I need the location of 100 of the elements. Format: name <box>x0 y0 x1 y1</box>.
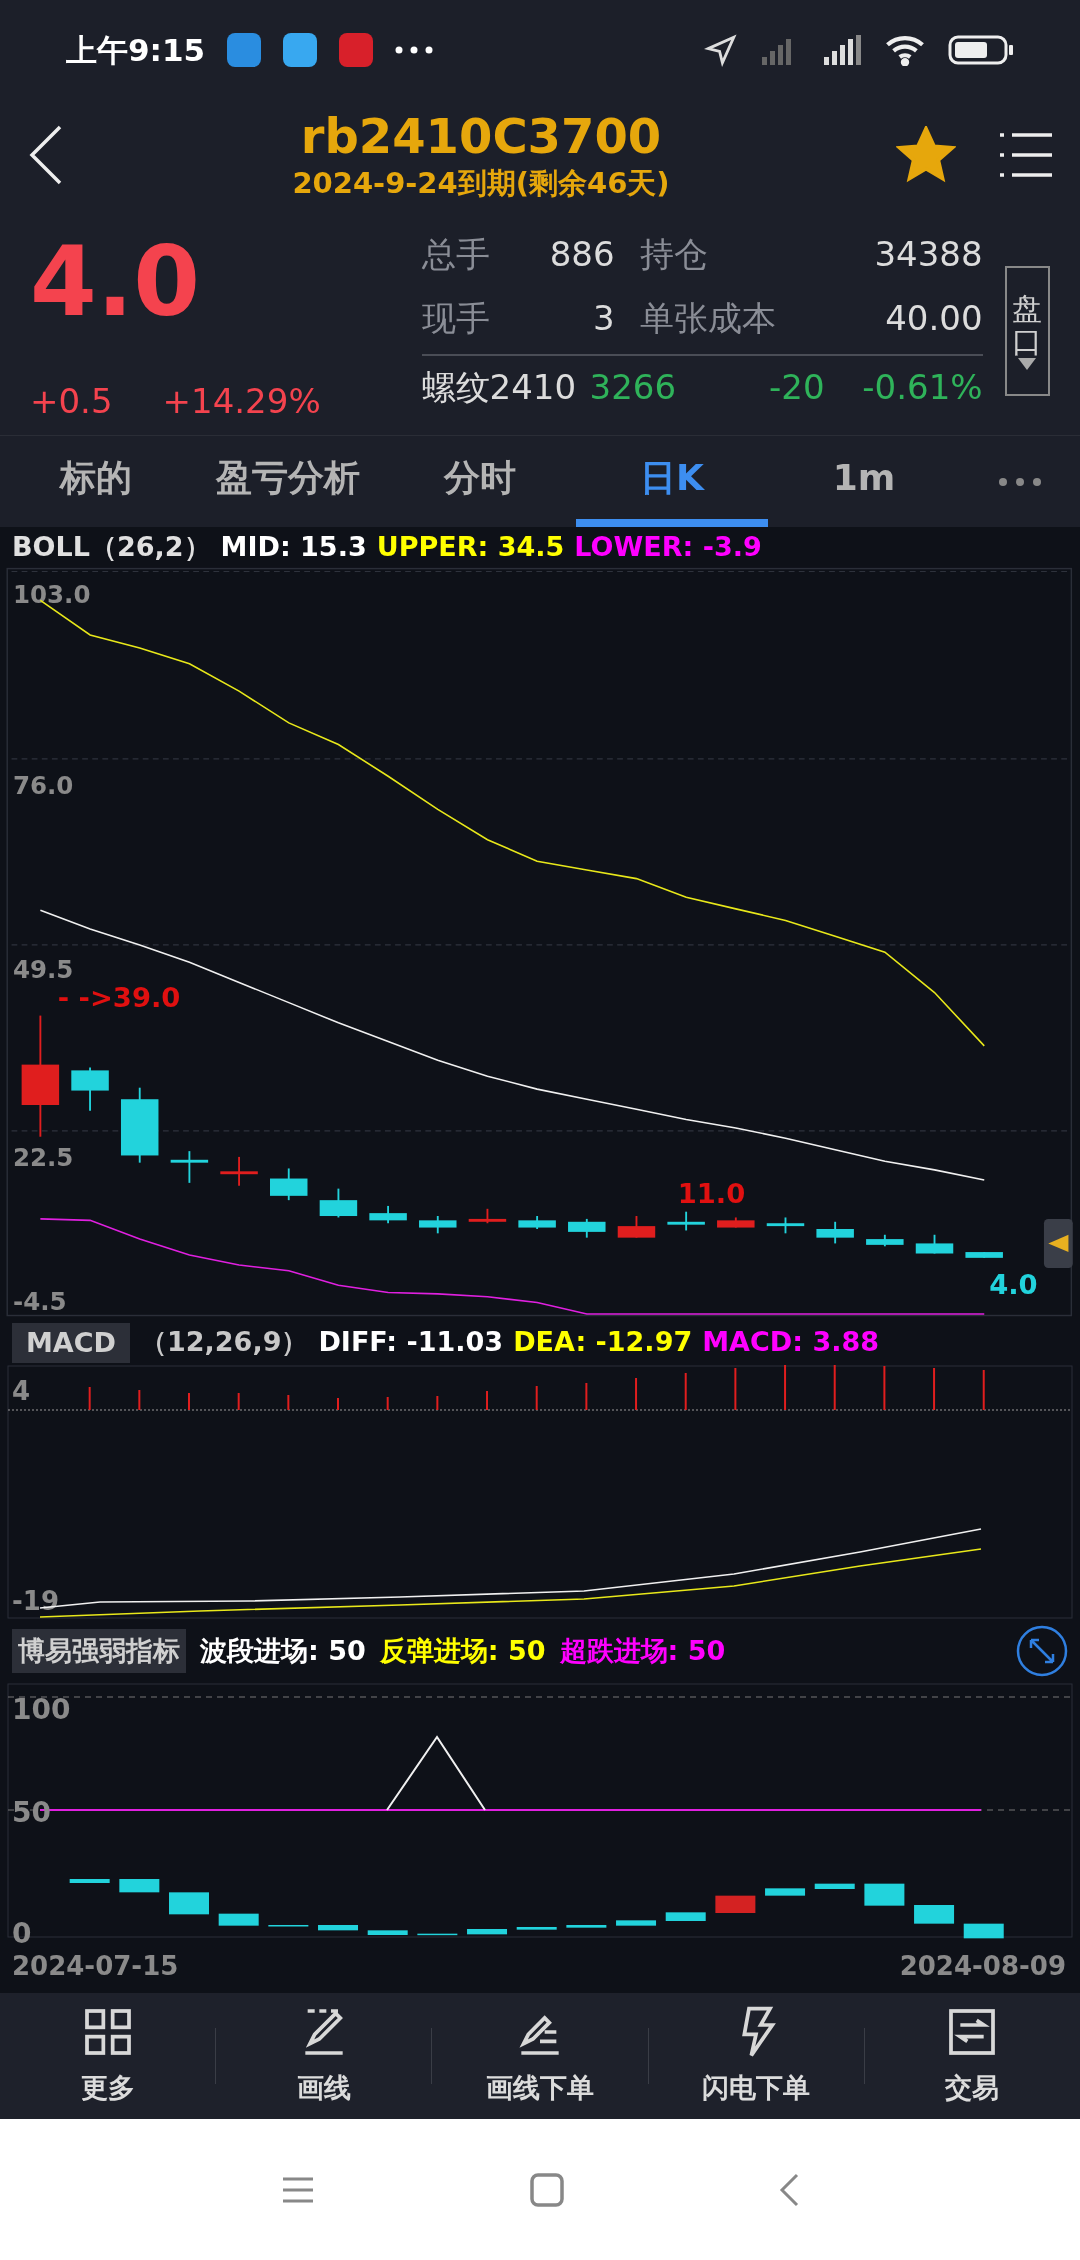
stat-value: 34388 <box>874 232 983 276</box>
candlestick <box>468 1207 507 1225</box>
axis-label: 76.0 <box>13 770 74 800</box>
tab[interactable]: 盈亏分析 <box>192 436 384 527</box>
app-icon <box>227 33 262 67</box>
legend-label: UPPER: 34.5 <box>376 529 565 564</box>
indicator-selector[interactable]: MACD <box>12 1322 130 1363</box>
legend-label: MACD: 3.88 <box>702 1325 879 1360</box>
tab[interactable]: 分时 <box>384 436 576 527</box>
battery-icon <box>948 34 1014 66</box>
candlestick <box>717 1216 755 1229</box>
candlestick <box>369 1205 407 1225</box>
histogram-bar <box>784 1365 787 1411</box>
expand-icon[interactable] <box>1016 1625 1068 1677</box>
histogram-bar <box>436 1395 439 1411</box>
more-dots-icon[interactable] <box>998 476 1042 487</box>
indicator-bar <box>814 1883 855 1889</box>
histogram-bar <box>585 1382 588 1411</box>
location-arrow-icon <box>704 33 738 67</box>
candlestick <box>419 1215 457 1235</box>
tab[interactable]: 1m <box>768 436 960 527</box>
stat-value: 3 <box>592 296 615 340</box>
indicator-bar <box>119 1879 160 1893</box>
histogram-bar <box>535 1385 538 1411</box>
candlestick <box>915 1233 954 1255</box>
candlestick <box>518 1215 556 1230</box>
legend-label: DIFF: -11.03 <box>318 1325 504 1360</box>
toolbar-button[interactable]: 画线 <box>216 2003 432 2109</box>
status-time: 上午9:15 <box>66 30 206 70</box>
candlestick <box>617 1215 656 1239</box>
candlestick <box>965 1251 1003 1259</box>
wifi-icon <box>884 34 926 66</box>
axis-label: -4.5 <box>13 1286 67 1316</box>
indicator-bar <box>268 1925 309 1927</box>
indicator-bar <box>367 1930 408 1935</box>
axis-label: 50 <box>12 1796 51 1829</box>
histogram-bar <box>933 1367 936 1411</box>
indicator-bar <box>665 1912 706 1921</box>
indicator-selector[interactable]: 博易强弱指标 <box>12 1629 186 1673</box>
toolbar-button[interactable]: 画线下单 <box>432 2003 648 2109</box>
candlestick <box>766 1216 805 1235</box>
stat-label: 持仓 <box>639 232 708 276</box>
indicator-bar <box>616 1920 657 1926</box>
indicator-bar <box>864 1883 905 1906</box>
order-book-button[interactable]: 盘口 <box>1004 266 1050 396</box>
stat-value: 40.00 <box>885 296 983 340</box>
stat-value: 886 <box>549 232 615 276</box>
menu-icon[interactable] <box>998 131 1054 179</box>
underlying-price: 3266 <box>589 365 678 409</box>
underlying-change-percent: -0.61% <box>861 365 983 409</box>
candlestick <box>866 1233 904 1248</box>
legend-label: MID: 15.3 <box>220 529 367 564</box>
expiry-subtitle: 2024-9-24到期(剩余46天) <box>292 165 670 202</box>
price-change-percent: +14.29% <box>162 380 321 423</box>
histogram-bar <box>386 1396 389 1411</box>
histogram-bar <box>684 1372 687 1411</box>
histogram-bar <box>486 1390 489 1411</box>
histogram-bar <box>883 1365 886 1411</box>
caret-icon <box>1018 358 1037 370</box>
candlestick <box>270 1167 308 1202</box>
contract-title: rb2410C3700 <box>300 108 662 164</box>
underlying-change: -20 <box>768 365 825 409</box>
candlestick <box>816 1220 854 1245</box>
toolbar-button[interactable]: 交易 <box>864 2003 1080 2109</box>
toolbar-button[interactable]: 更多 <box>0 2003 216 2109</box>
legend-label: DEA: -12.97 <box>513 1325 693 1360</box>
indicator-bar <box>516 1927 557 1930</box>
legend-label: 反弹进场: 50 <box>379 1633 546 1668</box>
star-icon[interactable] <box>896 126 956 184</box>
signal-icon <box>822 35 862 65</box>
indicator-bar <box>715 1895 756 1913</box>
stat-label: 现手 <box>421 296 490 340</box>
underlying-name: 螺纹2410 <box>421 365 578 409</box>
axis-label: 4 <box>12 1376 31 1406</box>
tab[interactable]: 标的 <box>0 436 192 527</box>
price-annotation: 11.0 <box>677 1178 746 1210</box>
toolbar-button[interactable]: 闪电下单 <box>648 2003 864 2109</box>
home-icon[interactable] <box>530 2172 564 2207</box>
candlestick <box>220 1155 258 1187</box>
indicator-bar <box>318 1925 358 1931</box>
date-label: 2024-07-15 <box>12 1951 179 1981</box>
candlestick <box>568 1217 606 1239</box>
indicator-bar <box>218 1913 259 1926</box>
indicator-bar <box>417 1933 458 1936</box>
app-icon <box>283 33 318 67</box>
indicator-bar <box>169 1892 209 1915</box>
legend-label: （12,26,9） <box>140 1325 309 1360</box>
indicator-bar <box>914 1905 955 1924</box>
legend-label: LOWER: -3.9 <box>574 529 762 564</box>
histogram-bar <box>237 1392 240 1411</box>
histogram-bar <box>734 1367 737 1411</box>
price-annotation: 4.0 <box>989 1268 1038 1300</box>
price-change: +0.5 <box>30 380 113 423</box>
stat-label: 单张成本 <box>639 296 776 340</box>
more-dots-icon <box>395 46 434 54</box>
indicator-bar <box>566 1925 607 1928</box>
histogram-bar <box>287 1394 290 1411</box>
axis-label: 100 <box>12 1693 71 1726</box>
candlestick <box>71 1066 109 1112</box>
app-icon <box>339 33 374 67</box>
